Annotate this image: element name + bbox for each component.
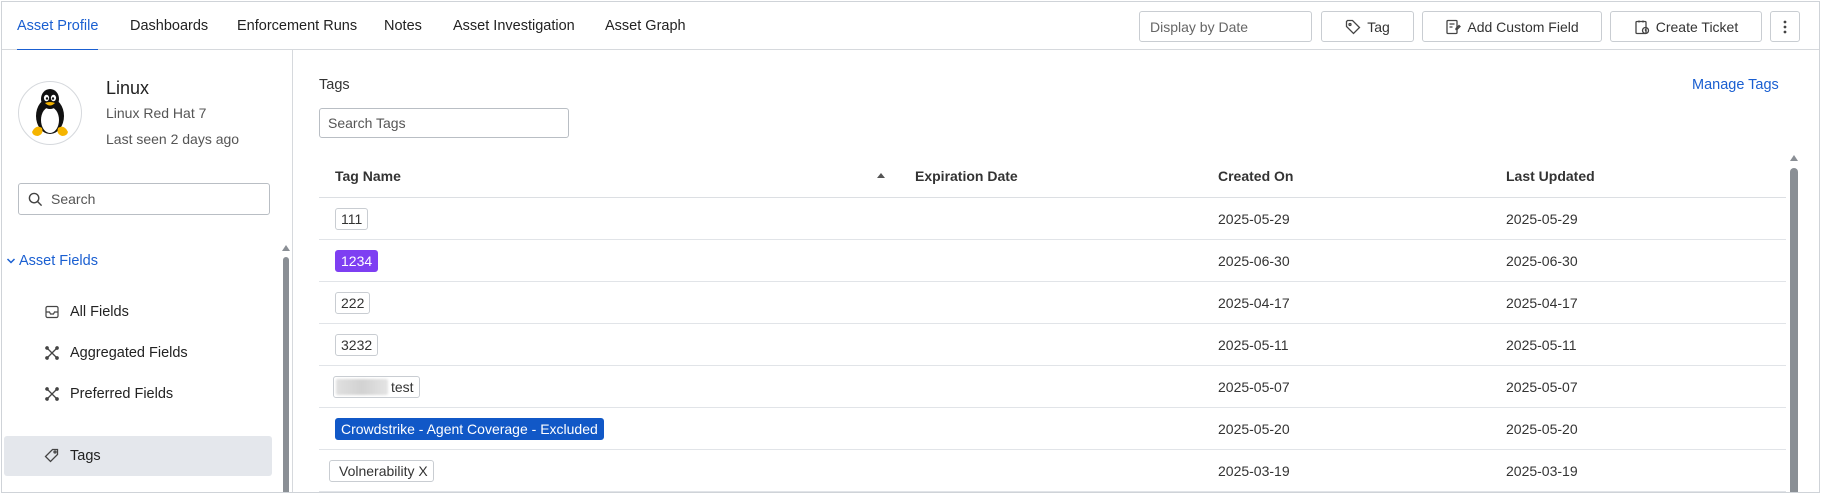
aggregate-icon: [45, 387, 59, 401]
updated-cell: 2025-05-07: [1506, 379, 1578, 395]
sidebar-item-preferred-fields[interactable]: Preferred Fields: [4, 374, 272, 414]
sidebar-scroll-up[interactable]: [282, 245, 290, 251]
inbox-icon: [45, 305, 59, 319]
tab-enforcement-runs[interactable]: Enforcement Runs: [237, 2, 357, 50]
table-row[interactable]: Volnerability X 2025-03-19 2025-03-19: [319, 450, 1786, 492]
manage-tags-link[interactable]: Manage Tags: [1692, 77, 1779, 93]
sidebar-item-label: Aggregated Fields: [70, 345, 188, 361]
add-custom-field-label: Add Custom Field: [1467, 18, 1579, 35]
asset-last-seen: Last seen 2 days ago: [106, 131, 240, 147]
sidebar: Linux Linux Red Hat 7 Last seen 2 days a…: [2, 50, 293, 492]
tab-asset-graph[interactable]: Asset Graph: [605, 2, 686, 50]
search-tags-input[interactable]: [319, 108, 569, 138]
ticket-icon: [1635, 20, 1649, 34]
add-custom-field-button[interactable]: Add Custom Field: [1422, 11, 1602, 42]
table-row[interactable]: Crowdstrike - Agent Coverage - Excluded …: [319, 408, 1786, 450]
table-row[interactable]: 3232 2025-05-11 2025-05-11: [319, 324, 1786, 366]
create-ticket-label: Create Ticket: [1655, 18, 1739, 35]
top-nav: Asset Profile Dashboards Enforcement Run…: [2, 2, 1819, 51]
tag-chip: 3232: [335, 334, 379, 356]
tag-chip: 1234: [335, 250, 379, 272]
kebab-menu-icon: [1783, 20, 1787, 33]
tag-chip: Crowdstrike - Agent Coverage - Excluded: [335, 418, 604, 440]
table-row[interactable]: test 2025-05-07 2025-05-07: [319, 366, 1786, 408]
column-tag-name[interactable]: Tag Name: [335, 155, 401, 198]
created-cell: 2025-05-20: [1218, 421, 1290, 437]
tags-title: Tags: [319, 77, 350, 93]
table-row[interactable]: 1234 2025-06-30 2025-06-30: [319, 240, 1786, 282]
tag-icon: [1346, 19, 1361, 34]
tags-table: Tag Name Expiration Date Created On Last…: [319, 155, 1786, 492]
tag-button[interactable]: Tag: [1321, 11, 1414, 42]
asset-fields-label: Asset Fields: [19, 253, 98, 269]
tags-panel: Tags Manage Tags Tag Name Expiration Dat…: [294, 50, 1819, 492]
app-window: Asset Profile Dashboards Enforcement Run…: [1, 1, 1820, 493]
tag-icon: [44, 448, 59, 463]
sidebar-search[interactable]: [18, 183, 270, 215]
tab-dashboards[interactable]: Dashboards: [130, 2, 208, 50]
table-scroll-up[interactable]: [1790, 155, 1798, 161]
column-last-updated[interactable]: Last Updated: [1506, 155, 1595, 198]
sidebar-item-label: Preferred Fields: [70, 386, 174, 402]
aggregate-icon: [45, 346, 59, 360]
display-by-date-input[interactable]: [1139, 11, 1312, 42]
sidebar-item-tags[interactable]: Tags: [4, 436, 272, 476]
table-row[interactable]: 222 2025-04-17 2025-04-17: [319, 282, 1786, 324]
created-cell: 2025-05-11: [1218, 337, 1289, 353]
table-row[interactable]: 111 2025-05-29 2025-05-29: [319, 198, 1786, 240]
tab-asset-profile[interactable]: Asset Profile: [17, 2, 99, 51]
column-created-on[interactable]: Created On: [1218, 155, 1293, 198]
table-scrollbar[interactable]: [1790, 168, 1798, 492]
tag-chip: 111: [335, 208, 369, 230]
created-cell: 2025-06-30: [1218, 253, 1290, 269]
asset-os: Linux Red Hat 7: [106, 105, 207, 121]
tab-notes[interactable]: Notes: [384, 2, 422, 50]
updated-cell: 2025-06-30: [1506, 253, 1578, 269]
linux-penguin-icon: [32, 89, 68, 136]
updated-cell: 2025-04-17: [1506, 295, 1578, 311]
created-cell: 2025-04-17: [1218, 295, 1290, 311]
tab-asset-investigation[interactable]: Asset Investigation: [453, 2, 575, 50]
created-cell: 2025-05-29: [1218, 211, 1290, 227]
tag-chip: 222: [335, 292, 371, 314]
updated-cell: 2025-03-19: [1506, 463, 1578, 479]
tag-chip: Volnerability X: [329, 460, 434, 482]
search-icon: [28, 192, 43, 206]
created-cell: 2025-05-07: [1218, 379, 1290, 395]
created-cell: 2025-03-19: [1218, 463, 1290, 479]
sort-asc-icon[interactable]: [877, 173, 885, 178]
sidebar-search-input[interactable]: [51, 191, 251, 207]
more-options-button[interactable]: [1770, 11, 1800, 42]
tag-button-label: Tag: [1367, 18, 1390, 35]
asset-name: Linux: [106, 78, 150, 98]
updated-cell: 2025-05-29: [1506, 211, 1578, 227]
sidebar-item-label: Tags: [70, 448, 101, 464]
asset-fields-section[interactable]: Asset Fields: [6, 253, 98, 269]
asset-avatar: [18, 81, 82, 145]
chevron-down-icon: [6, 258, 16, 264]
sidebar-item-aggregated-fields[interactable]: Aggregated Fields: [4, 333, 272, 373]
table-header: Tag Name Expiration Date Created On Last…: [319, 155, 1786, 198]
custom-field-icon: [1446, 19, 1462, 34]
column-expiration-date[interactable]: Expiration Date: [915, 155, 1018, 198]
sidebar-item-label: All Fields: [70, 304, 129, 320]
tag-chip: test: [333, 376, 420, 398]
updated-cell: 2025-05-20: [1506, 421, 1578, 437]
sidebar-scrollbar[interactable]: [283, 257, 289, 492]
create-ticket-button[interactable]: Create Ticket: [1610, 11, 1762, 42]
updated-cell: 2025-05-11: [1506, 337, 1577, 353]
sidebar-item-all-fields[interactable]: All Fields: [4, 292, 272, 332]
